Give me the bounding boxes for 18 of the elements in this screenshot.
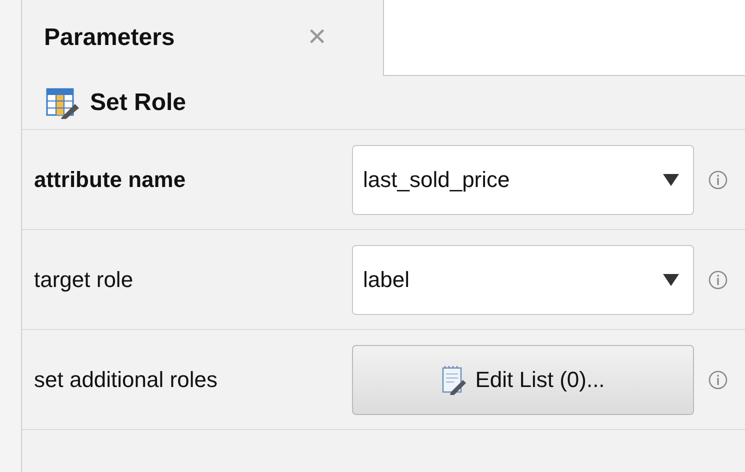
table-pencil-icon bbox=[46, 86, 80, 118]
parameter-label: attribute name bbox=[33, 166, 187, 194]
dropdown-value: label bbox=[363, 266, 410, 294]
tab-label: Parameters bbox=[44, 23, 175, 53]
info-icon[interactable] bbox=[708, 270, 728, 290]
parameter-label: set additional roles bbox=[33, 366, 218, 394]
edit-list-button[interactable]: Edit List (0)... bbox=[352, 344, 694, 414]
caret-icon bbox=[663, 274, 679, 286]
notepad-pencil-icon bbox=[441, 364, 468, 394]
tab[interactable]: Parameters ✕ bbox=[22, 0, 384, 76]
dropdown[interactable]: label bbox=[352, 244, 694, 314]
operator-name: Set Role bbox=[90, 88, 186, 118]
dropdown-value: last_sold_price bbox=[363, 166, 510, 194]
caret-icon bbox=[663, 174, 679, 186]
parameter-label: target role bbox=[33, 266, 134, 294]
info-icon[interactable] bbox=[708, 370, 728, 390]
dropdown[interactable]: last_sold_price bbox=[352, 144, 694, 214]
info-icon[interactable] bbox=[708, 170, 728, 190]
